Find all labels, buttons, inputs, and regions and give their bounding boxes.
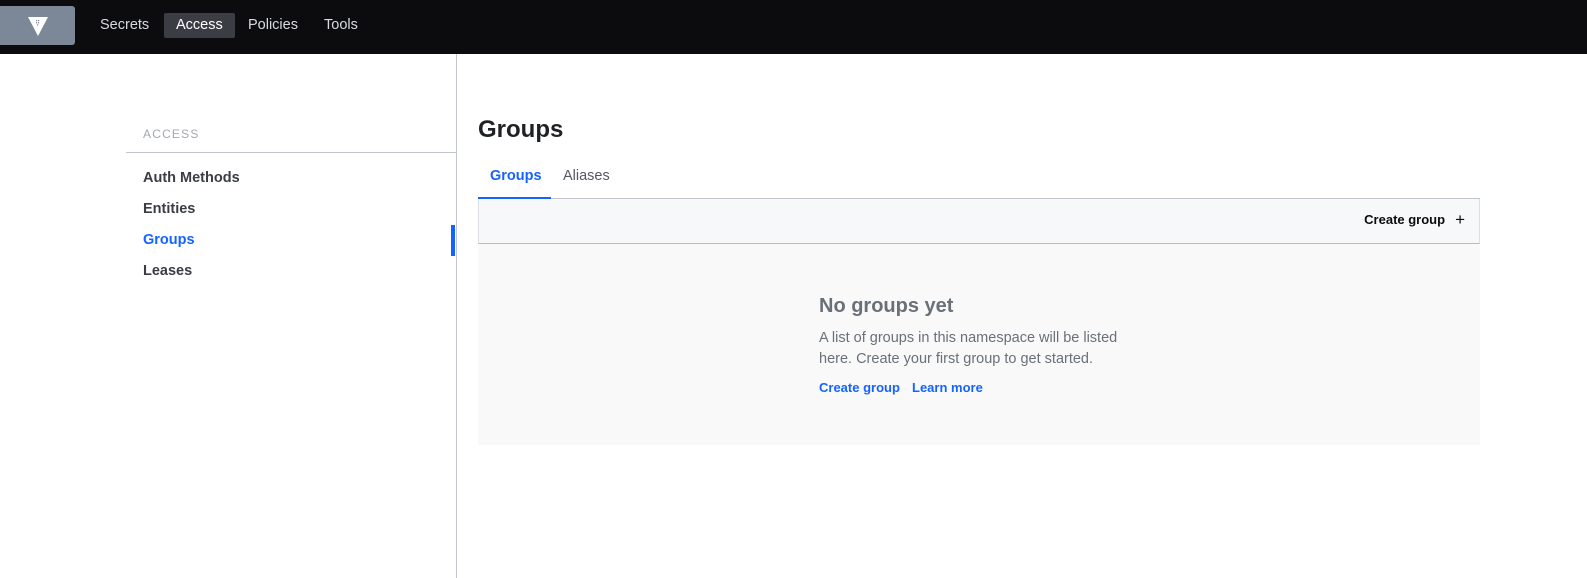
learn-more-link[interactable]: Learn more (912, 380, 983, 395)
sidebar-item-leases[interactable]: Leases (143, 263, 192, 279)
sidebar-item-entities[interactable]: Entities (143, 201, 195, 217)
tab-aliases[interactable]: Aliases (563, 168, 610, 184)
create-group-link[interactable]: Create group (819, 380, 900, 395)
nav-item-tools[interactable]: Tools (312, 13, 370, 38)
sidebar-border (456, 54, 457, 578)
vault-logo-icon[interactable] (0, 6, 75, 45)
nav-item-access[interactable]: Access (164, 13, 235, 38)
empty-state-title: No groups yet (819, 295, 954, 317)
plus-icon: + (1455, 209, 1465, 229)
create-group-label: Create group (1364, 212, 1446, 227)
nav-item-secrets[interactable]: Secrets (88, 13, 161, 38)
sidebar-heading: ACCESS (143, 127, 200, 141)
sidebar-divider (126, 152, 457, 153)
sidebar-item-groups[interactable]: Groups (143, 232, 195, 248)
toolbar: Create group + (478, 199, 1480, 244)
empty-state-message: A list of groups in this namespace will … (819, 330, 1118, 367)
page-title: Groups (478, 116, 564, 143)
create-group-button[interactable]: Create group + (1364, 209, 1465, 229)
nav-item-policies[interactable]: Policies (236, 13, 310, 38)
vault-triangle-icon (27, 16, 48, 36)
sidebar-item-auth-methods[interactable]: Auth Methods (143, 170, 240, 186)
sidebar-active-indicator (451, 225, 455, 256)
top-navigation: Secrets Access Policies Tools (0, 0, 1587, 54)
tab-groups[interactable]: Groups (490, 168, 542, 184)
